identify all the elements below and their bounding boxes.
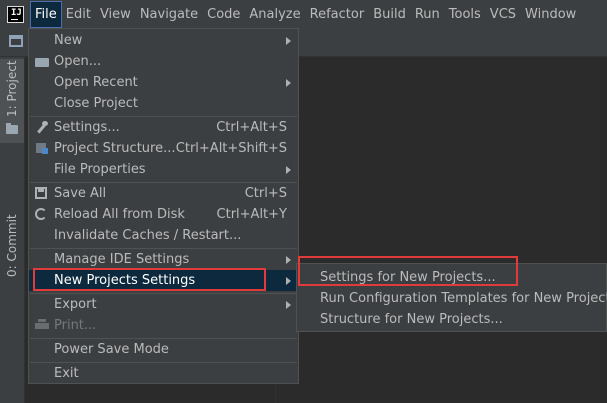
submenu-arrow-icon bbox=[286, 277, 291, 285]
left-tool-strip: 1: Project 0: Commit bbox=[0, 57, 25, 403]
reload-icon bbox=[35, 208, 47, 220]
menu-navigate[interactable]: Navigate bbox=[136, 2, 202, 27]
menu-item-settings[interactable]: Settings... Ctrl+Alt+S bbox=[29, 117, 298, 138]
menu-item-label: Project Structure... bbox=[54, 141, 176, 156]
editor-area bbox=[276, 57, 607, 403]
menu-item-shortcut: Ctrl+S bbox=[244, 186, 287, 201]
menu-bar: IJ File Edit View Navigate Code Analyze … bbox=[0, 0, 607, 29]
project-structure-icon bbox=[35, 142, 49, 155]
menu-item-shortcut: Ctrl+Alt+Y bbox=[216, 207, 287, 222]
menu-item-label: Manage IDE Settings bbox=[54, 252, 190, 267]
menu-item-label: Power Save Mode bbox=[54, 342, 169, 357]
menu-item-label: Open Recent bbox=[54, 75, 138, 90]
tab-commit-label: 0: Commit bbox=[5, 214, 19, 277]
menu-item-shortcut: Ctrl+Alt+S bbox=[216, 120, 287, 135]
project-window-icon[interactable] bbox=[9, 35, 23, 47]
save-icon bbox=[35, 187, 47, 199]
menu-item-project-structure[interactable]: Project Structure... Ctrl+Alt+Shift+S bbox=[29, 138, 298, 159]
submenu-item-run-configuration-templates[interactable]: Run Configuration Templates for New Proj… bbox=[320, 288, 607, 309]
menu-item-power-save-mode[interactable]: Power Save Mode bbox=[29, 339, 298, 360]
menu-analyze[interactable]: Analyze bbox=[245, 2, 304, 27]
menu-view[interactable]: View bbox=[96, 2, 135, 27]
menu-item-label: New bbox=[54, 33, 83, 48]
folder-icon bbox=[6, 123, 18, 134]
menu-item-label: Open... bbox=[54, 54, 102, 69]
menu-item-label: Close Project bbox=[54, 96, 139, 111]
menu-item-save-all[interactable]: Save All Ctrl+S bbox=[29, 183, 298, 204]
menu-tools[interactable]: Tools bbox=[445, 2, 485, 27]
menu-edit[interactable]: Edit bbox=[62, 2, 95, 27]
menu-item-file-properties[interactable]: File Properties bbox=[29, 159, 298, 180]
folder-open-icon bbox=[35, 58, 49, 67]
file-menu-dropdown: New Open... Open Recent Close Project Se… bbox=[28, 28, 299, 384]
submenu-item-structure-for-new-projects[interactable]: Structure for New Projects... bbox=[320, 309, 503, 330]
menu-item-shortcut: Ctrl+Alt+Shift+S bbox=[175, 141, 287, 156]
menu-item-open-recent[interactable]: Open Recent bbox=[29, 72, 298, 93]
submenu-arrow-icon bbox=[286, 256, 291, 264]
menu-build[interactable]: Build bbox=[369, 2, 410, 27]
highlight-box bbox=[298, 256, 518, 286]
menu-item-label: Reload All from Disk bbox=[54, 207, 185, 222]
menu-item-reload-all[interactable]: Reload All from Disk Ctrl+Alt+Y bbox=[29, 204, 298, 225]
print-icon bbox=[35, 319, 49, 332]
submenu-arrow-icon bbox=[286, 79, 291, 87]
menu-vcs[interactable]: VCS bbox=[486, 2, 520, 27]
menu-item-new[interactable]: New bbox=[29, 30, 298, 51]
menu-file[interactable]: File bbox=[30, 1, 62, 28]
menu-item-exit[interactable]: Exit bbox=[29, 363, 298, 384]
menu-item-manage-ide-settings[interactable]: Manage IDE Settings bbox=[29, 249, 298, 270]
menu-item-label: Print... bbox=[54, 318, 97, 333]
menu-item-invalidate-caches[interactable]: Invalidate Caches / Restart... bbox=[29, 225, 298, 246]
menu-refactor[interactable]: Refactor bbox=[306, 2, 369, 27]
menu-item-label: Invalidate Caches / Restart... bbox=[54, 228, 242, 243]
menu-item-print: Print... bbox=[29, 315, 298, 336]
menu-item-label: Save All bbox=[54, 186, 107, 201]
highlight-box bbox=[33, 268, 266, 291]
wrench-icon bbox=[35, 121, 49, 134]
menu-item-open[interactable]: Open... bbox=[29, 51, 298, 72]
menu-item-label: Export bbox=[54, 297, 97, 312]
submenu-arrow-icon bbox=[286, 37, 291, 45]
menu-run[interactable]: Run bbox=[411, 2, 444, 27]
tab-project-label: 1: Project bbox=[5, 60, 19, 117]
tab-project[interactable]: 1: Project bbox=[0, 59, 24, 143]
menu-window[interactable]: Window bbox=[521, 2, 580, 27]
intellij-logo-icon: IJ bbox=[7, 6, 24, 23]
menu-code[interactable]: Code bbox=[203, 2, 244, 27]
submenu-arrow-icon bbox=[286, 301, 291, 309]
menu-item-label: File Properties bbox=[54, 162, 146, 177]
tab-commit[interactable]: 0: Commit bbox=[0, 207, 24, 287]
menu-item-close-project[interactable]: Close Project bbox=[29, 93, 298, 114]
menu-item-label: Settings... bbox=[54, 120, 120, 135]
menu-item-label: Exit bbox=[54, 366, 79, 381]
menu-item-export[interactable]: Export bbox=[29, 294, 298, 315]
submenu-arrow-icon bbox=[286, 166, 291, 174]
